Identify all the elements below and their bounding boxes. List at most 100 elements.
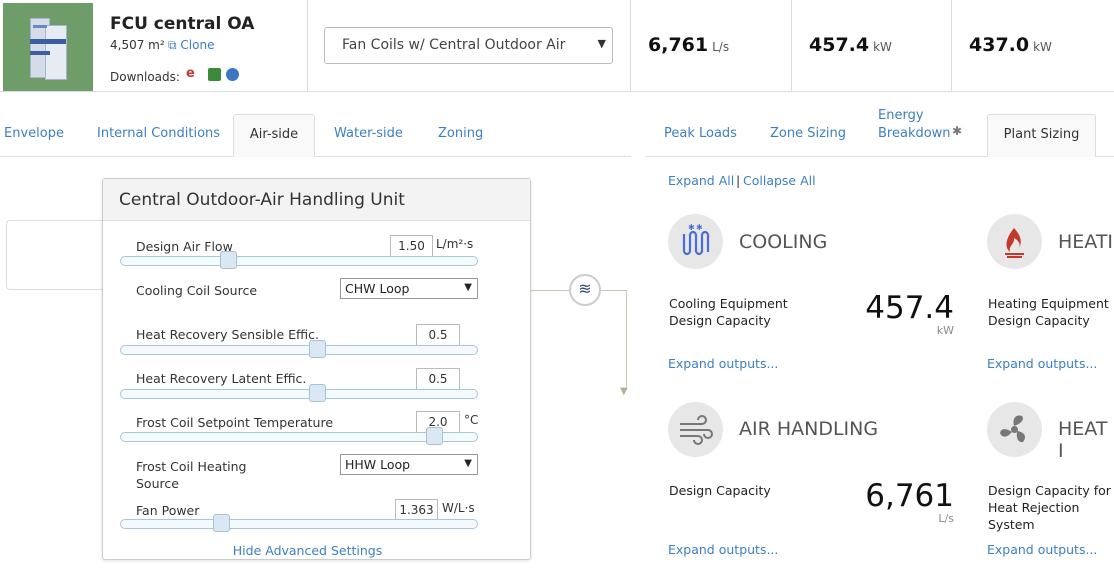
cooling-expand-outputs[interactable]: Expand outputs... xyxy=(668,356,778,371)
cooling-icon: ✱ ✱ xyxy=(668,214,723,269)
design-air-flow-label: Design Air Flow xyxy=(136,239,233,254)
hr-sensible-slider[interactable] xyxy=(120,340,478,358)
fan-power-slider[interactable] xyxy=(120,514,478,532)
cooling-title: COOLING xyxy=(739,231,828,253)
tab-peak-loads[interactable]: Peak Loads xyxy=(664,126,737,141)
clone-link[interactable]: ⧉ Clone xyxy=(168,38,214,53)
fan-icon xyxy=(987,402,1042,457)
arrow-down-icon: ▼ xyxy=(620,386,628,397)
slider-handle[interactable] xyxy=(426,427,444,445)
clone-icon: ⧉ xyxy=(168,38,177,52)
metric-cooling: 457.4 kW xyxy=(809,34,892,56)
heating-label-line2: Design Capacity xyxy=(988,313,1090,328)
frost-setpoint-unit: °C xyxy=(464,413,479,427)
hr-latent-label: Heat Recovery Latent Effic. xyxy=(136,371,307,386)
tab-zoning[interactable]: Zoning xyxy=(438,126,483,141)
wind-icon[interactable]: ≋ xyxy=(569,274,601,306)
excel-download-icon[interactable] xyxy=(208,68,221,81)
metric-cooling-value: 457.4 xyxy=(809,34,870,56)
slider-handle[interactable] xyxy=(308,384,326,402)
air-handling-label: Design Capacity xyxy=(669,483,771,498)
heating-expand-outputs[interactable]: Expand outputs... xyxy=(987,356,1097,371)
hide-advanced-settings-link[interactable]: Hide Advanced Settings xyxy=(103,543,512,558)
design-air-flow-input[interactable]: 1.50 xyxy=(390,235,433,257)
cooling-coil-source-value: CHW Loop xyxy=(345,281,410,296)
heating-title: HEATI xyxy=(1058,231,1114,253)
air-handling-unit: L/s xyxy=(938,512,954,525)
frost-setpoint-slider[interactable] xyxy=(120,427,478,445)
heat-rejection-title: HEAT I xyxy=(1058,418,1108,462)
tab-internal-conditions[interactable]: Internal Conditions xyxy=(97,126,220,141)
fan-power-unit: W/L·s xyxy=(442,501,475,515)
cooling-coil-source-select[interactable]: CHW Loop ▼ xyxy=(340,278,478,299)
header-bar: FCU central OA 4,507 m² ⧉ Clone Download… xyxy=(0,0,1114,92)
frost-setpoint-label: Frost Coil Setpoint Temperature xyxy=(136,415,334,430)
svg-text:✱: ✱ xyxy=(696,223,703,232)
hr-sensible-input[interactable]: 0.5 xyxy=(416,324,460,346)
panel-title: Central Outdoor-Air Handling Unit xyxy=(103,179,530,221)
link-separator: | xyxy=(736,173,741,188)
metric-heating: 437.0 kW xyxy=(969,34,1052,56)
hr-latent-slider[interactable] xyxy=(120,384,478,402)
heat-rejection-label-line2: Heat Rejection xyxy=(988,500,1080,515)
model-download-icon[interactable] xyxy=(226,68,239,81)
tab-plant-sizing[interactable]: Plant Sizing xyxy=(987,114,1096,157)
metric-cooling-unit: kW xyxy=(873,40,892,54)
ie-download-icon[interactable]: e xyxy=(186,66,199,81)
airflow-line-down xyxy=(626,290,627,390)
loading-icon: ✱ xyxy=(952,124,963,138)
building-thumbnail[interactable] xyxy=(3,3,93,91)
fan-power-label: Fan Power xyxy=(136,503,200,518)
design-air-flow-slider[interactable] xyxy=(120,251,478,269)
metric-airflow-value: 6,761 xyxy=(648,34,709,56)
cooling-label-line2: Design Capacity xyxy=(669,313,771,328)
frost-heating-source-value: HHW Loop xyxy=(345,457,411,472)
hr-latent-input[interactable]: 0.5 xyxy=(416,368,460,390)
heat-rejection-label-line3: System xyxy=(988,517,1035,532)
svg-text:✱: ✱ xyxy=(688,223,695,232)
metric-heating-value: 437.0 xyxy=(969,34,1030,56)
slider-handle[interactable] xyxy=(219,251,237,269)
frost-heating-source-select[interactable]: HHW Loop ▼ xyxy=(340,454,478,475)
tab-water-side[interactable]: Water-side xyxy=(334,126,403,141)
design-air-flow-unit: L/m²·s xyxy=(436,237,474,251)
collapse-all-link[interactable]: Collapse All xyxy=(743,173,816,188)
chevron-down-icon: ▼ xyxy=(464,458,472,469)
downloads-label: Downloads: xyxy=(110,70,180,84)
cooling-capacity-unit: kW xyxy=(936,324,954,337)
project-title: FCU central OA xyxy=(110,14,255,34)
air-handling-icon xyxy=(668,402,723,457)
tab-energy-breakdown-line1[interactable]: Energy xyxy=(878,108,924,123)
system-type-value: Fan Coils w/ Central Outdoor Air xyxy=(342,37,566,53)
metric-airflow-unit: L/s xyxy=(712,40,730,54)
system-type-select[interactable]: Fan Coils w/ Central Outdoor Air ▼ xyxy=(324,27,613,64)
frost-heating-label-line1: Frost Coil Heating xyxy=(136,459,247,474)
heat-rejection-expand-outputs[interactable]: Expand outputs... xyxy=(987,542,1097,557)
slider-handle[interactable] xyxy=(308,340,326,358)
metric-heating-unit: kW xyxy=(1033,40,1052,54)
hr-sensible-label: Heat Recovery Sensible Effic. xyxy=(136,327,319,342)
clone-label: Clone xyxy=(180,38,215,52)
air-handling-title: AIR HANDLING xyxy=(739,418,879,440)
project-area: 4,507 m² xyxy=(110,38,165,52)
heating-flame-icon xyxy=(987,214,1042,269)
metric-airflow: 6,761 L/s xyxy=(648,34,729,56)
heat-rejection-label-line1: Design Capacity for xyxy=(988,483,1111,498)
tab-energy-breakdown-line2[interactable]: Breakdown xyxy=(878,126,951,141)
cooling-capacity-value: 457.4 xyxy=(865,290,954,326)
diagram-outline xyxy=(6,220,103,290)
expand-all-link[interactable]: Expand All xyxy=(668,173,734,188)
air-handling-value: 6,761 xyxy=(865,478,954,514)
tab-zone-sizing[interactable]: Zone Sizing xyxy=(770,126,846,141)
frost-heating-label-line2: Source xyxy=(136,476,179,491)
cooling-coil-source-label: Cooling Coil Source xyxy=(136,283,258,298)
slider-handle[interactable] xyxy=(212,514,230,532)
heating-label-line1: Heating Equipment xyxy=(988,296,1109,311)
fan-power-input[interactable]: 1.363 xyxy=(395,499,438,521)
tab-air-side[interactable]: Air-side xyxy=(233,114,315,157)
air-handling-expand-outputs[interactable]: Expand outputs... xyxy=(668,542,778,557)
tab-envelope[interactable]: Envelope xyxy=(4,126,64,141)
chevron-down-icon: ▼ xyxy=(597,37,606,50)
cooling-label-line1: Cooling Equipment xyxy=(669,296,788,311)
central-oa-panel: Central Outdoor-Air Handling Unit Design… xyxy=(102,178,531,560)
